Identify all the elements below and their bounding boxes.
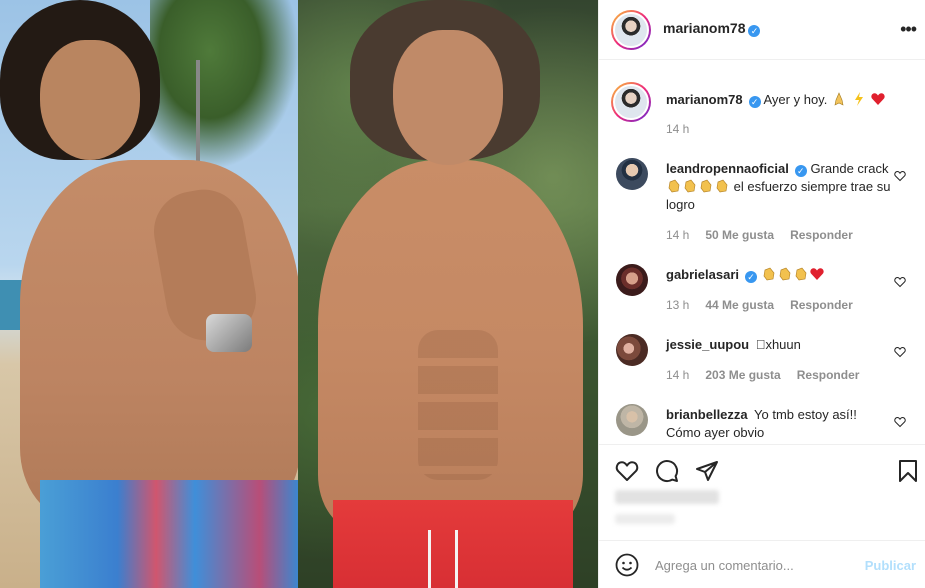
shorts-before [40, 480, 298, 588]
comment-meta: 14 h 203 Me gusta Responder [666, 368, 875, 382]
caption-time: 14 h [666, 122, 690, 136]
lightning-icon [854, 92, 863, 106]
verified-badge-icon: ✓ [745, 271, 757, 283]
comment-likes[interactable]: 44 Me gusta [705, 298, 774, 312]
action-bar [599, 444, 925, 494]
red-heart-icon [871, 93, 885, 105]
clap-emoji-set [666, 179, 730, 194]
post-header: marianom78 ✓ ••• [599, 0, 925, 60]
verified-badge-icon: ✓ [748, 25, 761, 37]
clap-emoji-set [761, 267, 825, 282]
comment-body-before: Grande crack [810, 161, 889, 176]
caption-text: marianom78 ✓ Ayer y hoy. [666, 91, 891, 109]
emoji-smile-icon[interactable] [615, 553, 639, 577]
palm-tree [150, 0, 298, 170]
post-date-blurred [615, 514, 675, 524]
verified-badge-icon: ✓ [748, 96, 761, 108]
comments-list[interactable]: marianom78 ✓ Ayer y hoy. 14 h leandropenn… [599, 60, 925, 444]
caption-body: Ayer y hoy. [763, 92, 828, 107]
clap-icon [795, 267, 806, 281]
author-username[interactable]: marianom78 [663, 20, 745, 36]
face-after [393, 30, 503, 165]
commenter-avatar[interactable] [616, 404, 648, 436]
street-lamp [196, 60, 200, 170]
commenter-avatar[interactable] [616, 264, 648, 296]
comment-icon[interactable] [655, 459, 679, 483]
verified-badge-icon: ✓ [794, 165, 807, 177]
comment-input[interactable] [655, 553, 855, 577]
like-comment-heart-icon[interactable] [894, 346, 906, 358]
heart-icon[interactable] [615, 459, 639, 483]
caption-avatar[interactable] [611, 82, 651, 122]
likes-count-blurred [615, 490, 719, 504]
like-comment-heart-icon[interactable] [894, 170, 906, 182]
publish-button[interactable]: Publicar [865, 558, 916, 573]
comment-text: brianbellezza Yo tmb estoy así!! Cómo ay… [666, 406, 891, 442]
clap-icon [700, 179, 712, 193]
wristwatch [206, 314, 252, 352]
reply-button[interactable]: Responder [790, 228, 853, 242]
post-image[interactable] [0, 0, 598, 588]
like-comment-heart-icon[interactable] [894, 276, 906, 288]
more-options-icon[interactable]: ••• [900, 19, 917, 40]
comment-username[interactable]: gabrielasari [666, 267, 739, 282]
comment-text: jessie_uupou  xhuun [666, 336, 891, 354]
caption-username[interactable]: marianom78 [666, 92, 743, 107]
reply-button[interactable]: Responder [790, 298, 853, 312]
shorts-drawstring [428, 530, 458, 588]
bookmark-icon[interactable] [896, 459, 920, 483]
author-avatar[interactable] [611, 10, 651, 50]
share-icon[interactable] [695, 459, 719, 483]
commenter-avatar[interactable] [616, 334, 648, 366]
clap-icon [779, 267, 790, 281]
comment-meta: 14 h 50 Me gusta Responder [666, 228, 869, 242]
clap-icon [716, 179, 728, 193]
face-before [40, 40, 140, 160]
like-comment-heart-icon[interactable] [894, 416, 906, 428]
abdominals [418, 330, 498, 480]
caption-meta: 14 h [666, 122, 705, 136]
photo-after [298, 0, 598, 588]
comment-username[interactable]: brianbellezza [666, 407, 748, 422]
comment-likes[interactable]: 203 Me gusta [705, 368, 780, 382]
comment-time: 13 h [666, 298, 690, 312]
comment-meta: 13 h 44 Me gusta Responder [666, 298, 869, 312]
author-name-row: marianom78 ✓ [663, 20, 761, 37]
comment-likes[interactable]: 50 Me gusta [705, 228, 774, 242]
clap-icon [668, 179, 680, 193]
photo-before [0, 0, 298, 588]
comment-text: gabrielasari ✓ [666, 266, 891, 284]
comment-text: leandropennaoficial ✓ Grande crack el esf… [666, 160, 891, 214]
post-sidebar: marianom78 ✓ ••• marianom78 ✓ Ayer y hoy. … [598, 0, 925, 588]
reply-button[interactable]: Responder [797, 368, 860, 382]
comment-body-before:  xhuun [755, 337, 801, 352]
commenter-avatar[interactable] [616, 158, 648, 190]
folded-hands-icon [834, 92, 844, 106]
comment-time: 14 h [666, 368, 690, 382]
add-comment-bar: Publicar [599, 540, 925, 588]
comment-time: 14 h [666, 228, 690, 242]
comment-username[interactable]: leandropennaoficial [666, 161, 789, 176]
red-heart-icon [809, 268, 824, 280]
comment-username[interactable]: jessie_uupou [666, 337, 749, 352]
clap-icon [763, 267, 774, 281]
clap-icon [684, 179, 696, 193]
